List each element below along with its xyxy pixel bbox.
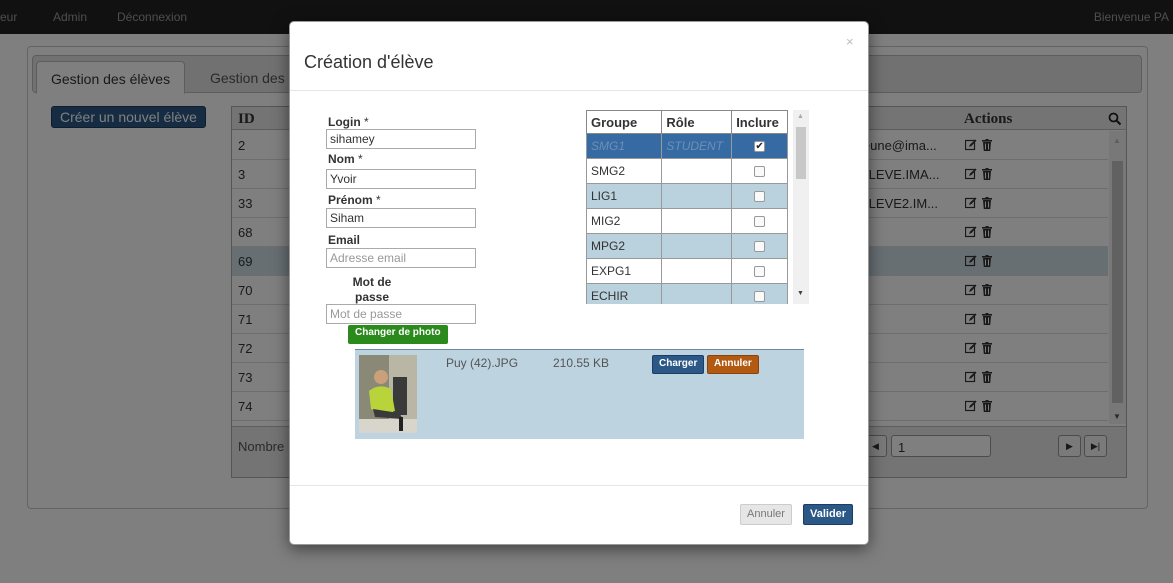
group-row[interactable]: SMG2 (586, 158, 788, 184)
create-student-modal: Création d'élève × Login * Nom * Prénom … (289, 21, 869, 545)
groups-table: Groupe Rôle Inclure SMG1 STUDENT ✔ SMG2 LIG1… (586, 110, 788, 304)
scroll-down-icon[interactable]: ▼ (797, 290, 804, 297)
login-field[interactable] (326, 129, 476, 149)
nom-field[interactable] (326, 169, 476, 189)
upload-filename: Puy (42).JPG (446, 356, 519, 370)
group-role (661, 258, 733, 284)
validate-button[interactable]: Valider (803, 504, 854, 525)
group-name: MIG2 (586, 208, 663, 234)
upload-charger-button[interactable]: Charger (652, 355, 705, 374)
checkbox-icon[interactable] (754, 166, 766, 178)
modal-footer-divider (290, 485, 868, 486)
group-row[interactable]: MIG2 (586, 208, 788, 234)
cancel-button[interactable]: Annuler (740, 504, 792, 525)
login-label: Login * (328, 115, 369, 129)
group-name: ECHIR (586, 283, 663, 304)
group-name: SMG2 (586, 158, 663, 184)
photo-thumbnail (359, 355, 417, 433)
change-photo-button[interactable]: Changer de photo (348, 325, 448, 344)
password-field[interactable] (326, 304, 476, 324)
prenom-label: Prénom * (328, 193, 381, 207)
group-role (661, 208, 733, 234)
checkbox-icon[interactable] (754, 266, 766, 278)
group-name: SMG1 (586, 133, 663, 159)
group-row[interactable]: ECHIR (586, 283, 788, 304)
scroll-thumb[interactable] (796, 127, 806, 179)
email-field[interactable] (326, 248, 476, 268)
prenom-field[interactable] (326, 208, 476, 228)
groups-header-groupe: Groupe (586, 110, 663, 134)
group-row[interactable]: EXPG1 (586, 258, 788, 284)
nom-label: Nom * (328, 152, 363, 166)
groups-table-container: Groupe Rôle Inclure SMG1 STUDENT ✔ SMG2 LIG1… (586, 110, 810, 304)
modal-title: Création d'élève (304, 52, 434, 72)
scroll-up-icon[interactable]: ▲ (797, 113, 804, 120)
close-icon[interactable]: × (846, 34, 854, 49)
email-label: Email (328, 233, 361, 247)
group-role: STUDENT (661, 133, 733, 159)
group-role (661, 183, 733, 209)
groups-header-role: Rôle (661, 110, 733, 134)
group-role (661, 158, 733, 184)
checkbox-icon[interactable] (754, 191, 766, 203)
group-row[interactable]: MPG2 (586, 233, 788, 259)
modal-header-divider (290, 90, 868, 91)
checkbox-icon[interactable] (754, 291, 766, 303)
group-role (661, 283, 733, 304)
checkbox-icon[interactable]: ✔ (754, 141, 766, 153)
group-row[interactable]: SMG1 STUDENT ✔ (586, 133, 788, 159)
group-role (661, 233, 733, 259)
upload-cancel-button[interactable]: Annuler (707, 355, 759, 374)
group-name: EXPG1 (586, 258, 663, 284)
groups-scrollbar[interactable]: ▲ ▼ (793, 110, 809, 304)
upload-filesize: 210.55 KB (553, 356, 610, 370)
upload-row: Puy (42).JPG 210.55 KB Charger Annuler (355, 349, 804, 439)
checkbox-icon[interactable] (754, 241, 766, 253)
password-label: Mot de passe (352, 275, 392, 304)
checkbox-icon[interactable] (754, 216, 766, 228)
group-name: LIG1 (586, 183, 663, 209)
groups-header-inclure: Inclure (731, 110, 788, 134)
group-name: MPG2 (586, 233, 663, 259)
group-row[interactable]: LIG1 (586, 183, 788, 209)
